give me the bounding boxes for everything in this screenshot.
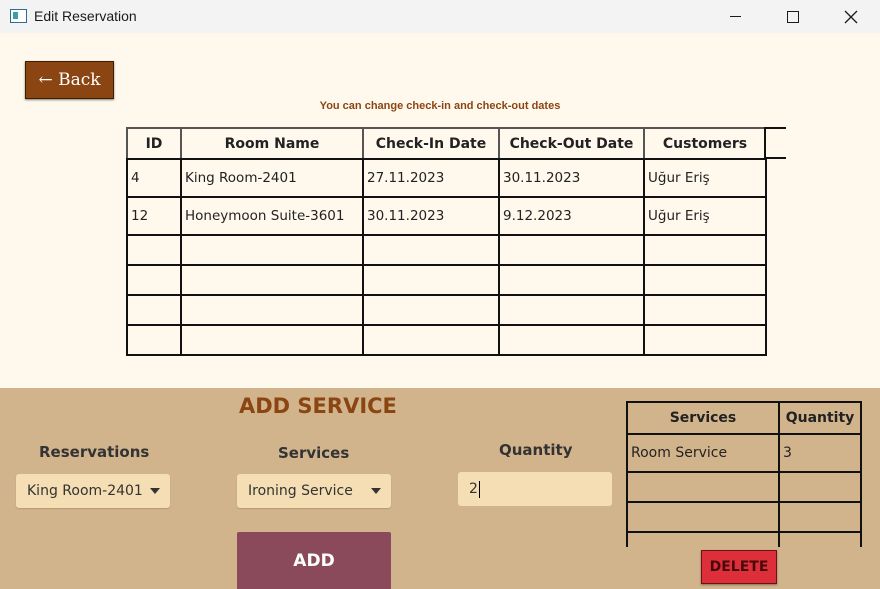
table-cell[interactable] xyxy=(498,294,645,326)
table-cell[interactable]: 30.11.2023 xyxy=(498,158,645,198)
app-window-icon xyxy=(10,9,27,23)
reservations-label: Reservations xyxy=(39,443,150,461)
table-row[interactable]: 12 Honeymoon Suite-3601 30.11.2023 9.12.… xyxy=(126,196,767,236)
table-cell[interactable]: 4 xyxy=(126,158,182,198)
close-icon[interactable] xyxy=(822,0,880,33)
table-cell[interactable] xyxy=(498,264,645,296)
services-table-container[interactable]: Services Quantity Room Service 3 xyxy=(626,401,862,547)
table-cell[interactable] xyxy=(778,531,862,547)
table-cell[interactable] xyxy=(362,264,500,296)
back-button[interactable]: ← Back xyxy=(25,61,114,99)
maximize-icon[interactable] xyxy=(764,0,822,33)
table-header-row: Services Quantity xyxy=(626,401,862,435)
quantity-input-value: 2 xyxy=(469,481,478,497)
table-cell[interactable]: Honeymoon Suite-3601 xyxy=(180,196,364,236)
column-header-customers[interactable]: Customers xyxy=(643,127,767,160)
table-cell[interactable] xyxy=(778,501,862,533)
column-header-filler xyxy=(764,127,786,159)
table-cell[interactable]: 12 xyxy=(126,196,182,236)
table-cell[interactable] xyxy=(180,234,364,266)
table-row[interactable] xyxy=(626,501,862,533)
table-cell[interactable]: 9.12.2023 xyxy=(498,196,645,236)
quantity-input[interactable]: 2 xyxy=(458,472,612,506)
table-row[interactable] xyxy=(126,234,767,266)
table-cell[interactable] xyxy=(180,324,364,356)
table-cell[interactable] xyxy=(626,471,780,503)
reservations-table: ID Room Name Check-In Date Check-Out Dat… xyxy=(126,127,767,356)
column-header-check-in[interactable]: Check-In Date xyxy=(362,127,500,160)
table-cell[interactable] xyxy=(180,264,364,296)
table-header-row: ID Room Name Check-In Date Check-Out Dat… xyxy=(126,127,767,160)
reservations-dropdown-value: King Room-2401 xyxy=(27,483,143,499)
table-cell[interactable]: 3 xyxy=(778,433,862,473)
chevron-down-icon xyxy=(371,488,381,494)
table-cell[interactable] xyxy=(362,294,500,326)
table-cell[interactable]: King Room-2401 xyxy=(180,158,364,198)
table-cell[interactable] xyxy=(126,234,182,266)
services-label: Services xyxy=(278,444,350,462)
table-cell[interactable] xyxy=(126,264,182,296)
table-row[interactable] xyxy=(126,324,767,356)
column-header-room-name[interactable]: Room Name xyxy=(180,127,364,160)
column-header-id[interactable]: ID xyxy=(126,127,182,160)
minimize-icon[interactable] xyxy=(706,0,764,33)
hint-text: You can change check-in and check-out da… xyxy=(319,100,561,112)
table-row[interactable] xyxy=(626,471,862,503)
table-row[interactable]: Room Service 3 xyxy=(626,433,862,473)
table-cell[interactable] xyxy=(126,324,182,356)
add-service-button[interactable]: ADD xyxy=(237,532,391,589)
table-row[interactable] xyxy=(626,531,862,547)
table-cell[interactable] xyxy=(643,294,767,326)
chevron-down-icon xyxy=(150,488,160,494)
table-cell[interactable] xyxy=(362,324,500,356)
table-cell[interactable] xyxy=(362,234,500,266)
reservations-dropdown[interactable]: King Room-2401 xyxy=(16,474,170,508)
title-bar: Edit Reservation xyxy=(0,0,880,33)
table-cell[interactable]: Uğur Eriş xyxy=(643,158,767,198)
table-cell[interactable] xyxy=(643,234,767,266)
table-cell[interactable]: Uğur Eriş xyxy=(643,196,767,236)
table-cell[interactable] xyxy=(778,471,862,503)
table-row[interactable] xyxy=(126,294,767,326)
add-service-title: ADD SERVICE xyxy=(239,394,397,418)
table-cell[interactable]: Room Service xyxy=(626,433,780,473)
table-cell[interactable] xyxy=(643,324,767,356)
column-header-check-out[interactable]: Check-Out Date xyxy=(498,127,645,160)
column-header-quantity[interactable]: Quantity xyxy=(778,401,862,435)
table-cell[interactable] xyxy=(498,324,645,356)
table-cell[interactable]: 27.11.2023 xyxy=(362,158,500,198)
table-cell[interactable] xyxy=(626,531,780,547)
services-table: Services Quantity Room Service 3 xyxy=(626,401,862,547)
services-dropdown[interactable]: Ironing Service xyxy=(237,474,391,508)
table-row[interactable] xyxy=(126,264,767,296)
column-header-services[interactable]: Services xyxy=(626,401,780,435)
table-cell[interactable] xyxy=(498,234,645,266)
quantity-label: Quantity xyxy=(499,441,573,459)
table-cell[interactable] xyxy=(126,294,182,326)
table-cell[interactable] xyxy=(626,501,780,533)
window-title: Edit Reservation xyxy=(34,8,137,24)
table-row[interactable]: 4 King Room-2401 27.11.2023 30.11.2023 U… xyxy=(126,158,767,198)
table-cell[interactable]: 30.11.2023 xyxy=(362,196,500,236)
delete-service-button[interactable]: DELETE xyxy=(701,550,777,584)
table-cell[interactable] xyxy=(643,264,767,296)
text-caret xyxy=(478,480,480,498)
services-dropdown-value: Ironing Service xyxy=(248,483,353,499)
table-cell[interactable] xyxy=(180,294,364,326)
